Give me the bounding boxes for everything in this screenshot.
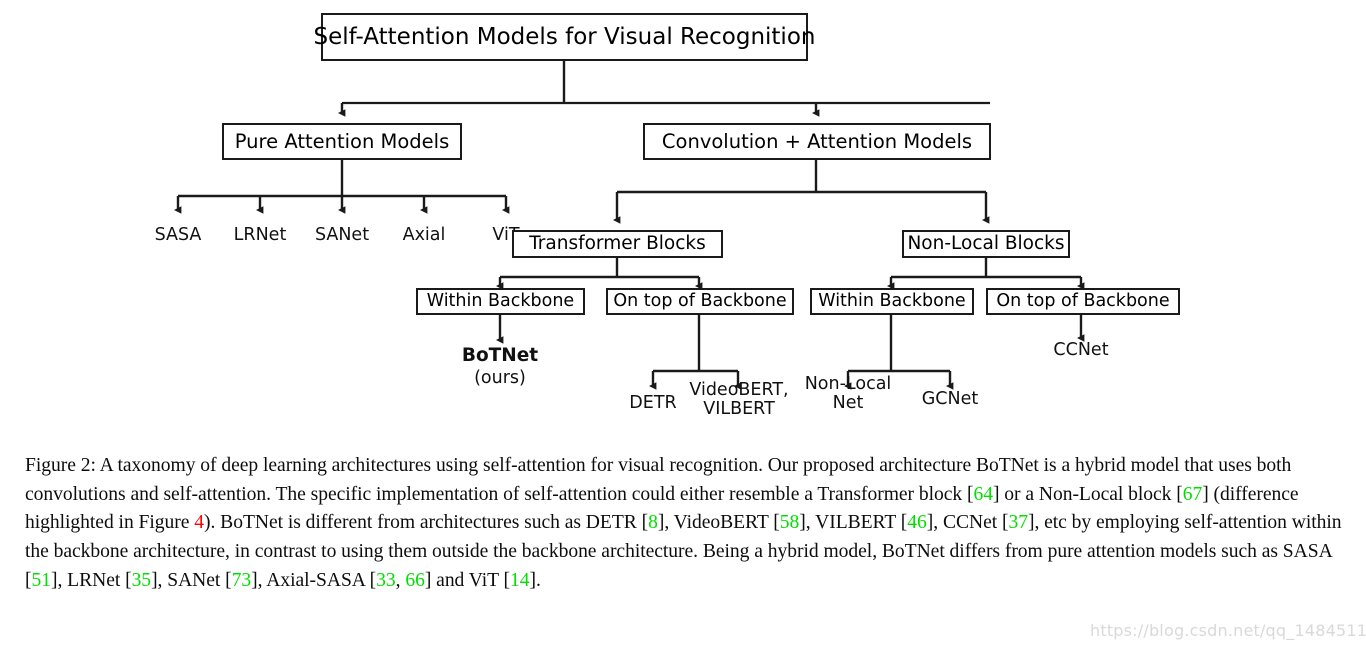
leaf-axial: Axial	[402, 225, 446, 245]
caption-label: Figure 2:	[25, 455, 96, 476]
node-non-local-blocks: Non-Local Blocks	[902, 230, 1070, 258]
leaf-botnet: BoTNet	[461, 345, 539, 366]
citation-14[interactable]: 14	[510, 570, 530, 591]
caption-text-5: ], VideoBERT [	[657, 512, 780, 534]
node-transformer-within-backbone-label: Within Backbone	[426, 290, 575, 311]
caption-text-6: ], VILBERT [	[799, 512, 908, 534]
node-transformer-within-backbone: Within Backbone	[416, 288, 585, 315]
leaf-sanet: SANet	[314, 225, 370, 245]
node-nonlocal-on-top-of-backbone: On top of Backbone	[986, 288, 1180, 315]
citation-58[interactable]: 58	[780, 512, 800, 533]
node-root-label: Self-Attention Models for Visual Recogni…	[313, 23, 816, 50]
citation-64[interactable]: 64	[973, 484, 993, 505]
node-root: Self-Attention Models for Visual Recogni…	[314, 13, 815, 61]
citation-8[interactable]: 8	[648, 512, 658, 533]
caption-text-13: ] and ViT [	[424, 569, 511, 591]
leaf-non-local-net: Non-Local Net	[804, 374, 892, 413]
node-convolution-attention-models-label: Convolution + Attention Models	[661, 129, 973, 153]
caption-text-14: ].	[529, 569, 541, 591]
citation-46[interactable]: 46	[907, 512, 927, 533]
figure-caption: Figure 2: A taxonomy of deep learning ar…	[25, 452, 1343, 596]
citation-35[interactable]: 35	[132, 570, 152, 591]
node-transformer-on-top-of-backbone-label: On top of Backbone	[613, 290, 787, 311]
caption-text-4: ). BoTNet is different from architecture…	[204, 512, 649, 534]
node-pure-attention-models-label: Pure Attention Models	[234, 129, 450, 153]
node-pure-attention-models: Pure Attention Models	[222, 123, 462, 160]
leaf-ccnet: CCNet	[1053, 340, 1109, 360]
leaf-lrnet: LRNet	[233, 225, 287, 245]
taxonomy-figure: Self-Attention Models for Visual Recogni…	[0, 0, 1366, 445]
node-nonlocal-on-top-of-backbone-label: On top of Backbone	[996, 290, 1170, 311]
leaf-botnet-ours: (ours)	[474, 368, 526, 388]
caption-text-7: ], CCNet [	[926, 512, 1009, 534]
caption-text-2: ] or a Non-Local block [	[992, 483, 1183, 505]
caption-text-9: ], LRNet [	[50, 569, 132, 591]
taxonomy-connectors	[174, 61, 1085, 390]
node-non-local-blocks-label: Non-Local Blocks	[907, 232, 1065, 254]
citation-33[interactable]: 33	[376, 570, 396, 591]
citation-67[interactable]: 67	[1183, 484, 1203, 505]
node-convolution-attention-models: Convolution + Attention Models	[643, 123, 991, 160]
leaf-gcnet: GCNet	[921, 389, 979, 409]
citation-51[interactable]: 51	[31, 570, 51, 591]
caption-text-11: ], Axial-SASA [	[251, 569, 377, 591]
node-transformer-blocks-label: Transformer Blocks	[529, 232, 706, 254]
node-transformer-blocks: Transformer Blocks	[512, 230, 723, 258]
node-transformer-on-top-of-backbone: On top of Backbone	[606, 288, 794, 315]
caption-text-10: ], SANet [	[151, 569, 232, 591]
leaf-sasa: SASA	[154, 225, 202, 245]
csdn-watermark: https://blog.csdn.net/qq_14845119	[1090, 621, 1366, 640]
caption-text-12: ,	[395, 569, 406, 591]
citation-66[interactable]: 66	[405, 570, 425, 591]
figure-ref-4[interactable]: 4	[194, 512, 204, 533]
leaf-videobert-vilbert: VideoBERT, VILBERT	[689, 380, 789, 419]
citation-37[interactable]: 37	[1008, 512, 1028, 533]
node-nonlocal-within-backbone: Within Backbone	[810, 288, 974, 315]
citation-73[interactable]: 73	[232, 570, 252, 591]
node-nonlocal-within-backbone-label: Within Backbone	[818, 290, 966, 311]
